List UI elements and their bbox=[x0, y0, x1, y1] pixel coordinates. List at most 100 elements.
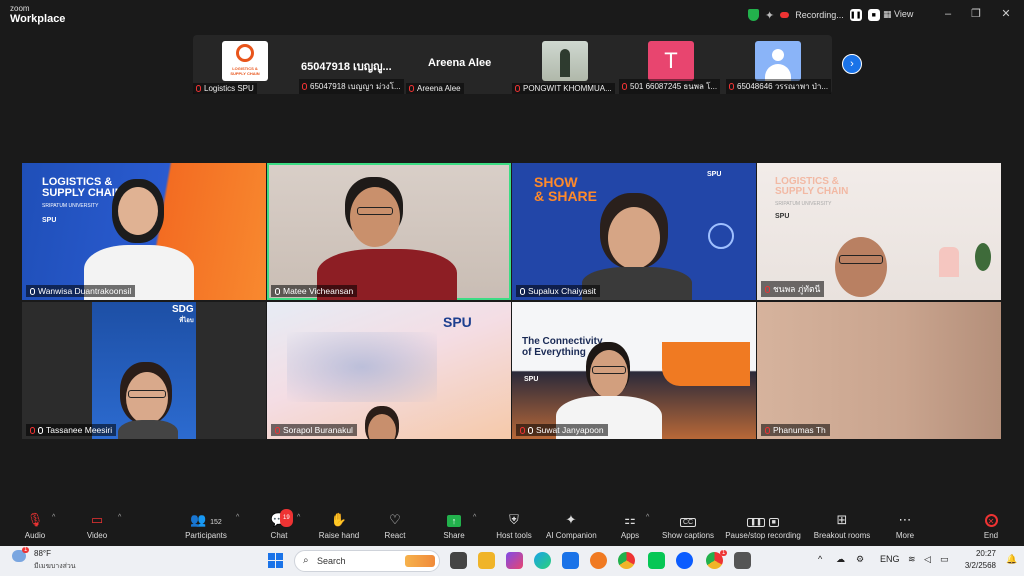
show-captions-label: Show captions bbox=[661, 531, 715, 540]
video-tile[interactable]: SHOW & SHARE SPU Supalux Chaiyasit bbox=[512, 163, 756, 300]
notification-bell-icon[interactable]: 🔔 bbox=[1006, 554, 1017, 565]
muted-mic-icon bbox=[302, 83, 307, 90]
raise-hand-button[interactable]: ✋ Raise hand bbox=[318, 511, 360, 540]
bg-text: SUPPLY CHAIN bbox=[775, 186, 849, 197]
video-off-icon: ▭ bbox=[90, 512, 104, 527]
maximize-button[interactable]: ❐ bbox=[968, 6, 984, 22]
chrome-icon[interactable] bbox=[618, 552, 635, 569]
muted-mic-icon: 🎙 bbox=[26, 512, 44, 527]
apps-button[interactable]: ⚏ Apps bbox=[618, 511, 642, 540]
app-icon[interactable] bbox=[734, 552, 751, 569]
tray-app-icon[interactable]: ⚙ bbox=[856, 554, 864, 565]
ai-companion-button[interactable]: ✦ AI Companion bbox=[546, 511, 597, 540]
video-options-chevron-icon[interactable]: ^ bbox=[118, 514, 121, 521]
participant-body bbox=[118, 420, 178, 439]
video-label: Video bbox=[86, 531, 108, 540]
minimize-button[interactable]: – bbox=[940, 6, 956, 22]
video-tile-active-speaker[interactable]: Matee Vicheansan bbox=[267, 163, 511, 300]
video-button[interactable]: ▭ Video bbox=[82, 511, 112, 540]
end-icon: ✕ bbox=[978, 511, 1004, 529]
video-tile[interactable]: LOGISTICS & SUPPLY CHAIN SRIPATUM UNIVER… bbox=[22, 163, 266, 300]
chat-button[interactable]: 💬 19 Chat bbox=[266, 509, 293, 540]
stop-recording-icon[interactable]: ■ bbox=[867, 9, 880, 21]
participant-name-tag: Tassanee Meesiri bbox=[26, 424, 117, 436]
clock-time[interactable]: 20:27 bbox=[962, 549, 996, 558]
thumb-participant-2[interactable]: 65047918 เบญญู... 65047918 เบญญา ม่วงโ..… bbox=[299, 35, 405, 94]
bg-logo: SPU bbox=[42, 217, 57, 224]
task-view-icon[interactable] bbox=[450, 552, 467, 569]
edge-icon[interactable] bbox=[534, 552, 551, 569]
language-indicator[interactable]: ENG bbox=[880, 554, 900, 564]
react-button[interactable]: ♡ React bbox=[380, 511, 410, 540]
host-tools-button[interactable]: ⛨ Host tools bbox=[494, 511, 534, 540]
participant-photo bbox=[542, 41, 588, 81]
bg-logo: SPU bbox=[707, 171, 722, 178]
participant-name-tag: Supalux Chaiyasit bbox=[516, 285, 601, 297]
thumb-logistics-spu[interactable]: LOGISTICS & SUPPLY CHAIN Logistics SPU bbox=[193, 35, 298, 94]
store-icon[interactable] bbox=[562, 552, 579, 569]
muted-mic-icon bbox=[765, 426, 770, 434]
end-button[interactable]: ✕ End bbox=[978, 511, 1004, 540]
thumb-participant-5[interactable]: T 501 66087245 ธนพล โ... bbox=[619, 35, 725, 94]
participant-face bbox=[608, 207, 660, 269]
thumb-label: PONGWIT KHOMMUA... bbox=[512, 83, 615, 94]
pause-recording-icon[interactable]: ❚❚ bbox=[849, 9, 862, 21]
clock-date[interactable]: 3/2/2568 bbox=[956, 561, 996, 570]
audio-options-chevron-icon[interactable]: ^ bbox=[52, 514, 55, 521]
world-map-decoration bbox=[287, 332, 437, 402]
ai-sparkle-icon[interactable]: ✦ bbox=[765, 9, 774, 22]
audio-label: Audio bbox=[24, 531, 46, 540]
video-tile[interactable]: Phanumas Th bbox=[757, 302, 1001, 439]
windows-start-icon[interactable] bbox=[268, 553, 284, 569]
participant-name-tag: Matee Vicheansan bbox=[271, 285, 358, 297]
thumb-participant-6[interactable]: 65048646 วรรณาพา ป่า... bbox=[726, 35, 832, 94]
participant-face bbox=[590, 350, 628, 398]
participant-strip: LOGISTICS & SUPPLY CHAIN Logistics SPU 65… bbox=[193, 35, 832, 94]
video-tile[interactable]: LOGISTICS & SUPPLY CHAIN SRIPATUM UNIVER… bbox=[757, 163, 1001, 300]
next-page-button[interactable]: › bbox=[842, 54, 862, 74]
copilot-icon[interactable] bbox=[506, 552, 523, 569]
bg-logo: SPU bbox=[775, 213, 790, 220]
video-tile[interactable]: The Connectivity of Everything SPU Suwat… bbox=[512, 302, 756, 439]
show-captions-button[interactable]: CC Show captions bbox=[660, 511, 716, 540]
react-label: React bbox=[384, 531, 406, 540]
chat-chevron-icon[interactable]: ^ bbox=[297, 514, 300, 521]
more-button[interactable]: ⋯ More bbox=[892, 511, 918, 540]
file-explorer-icon[interactable] bbox=[478, 552, 495, 569]
heart-icon: ♡ bbox=[389, 512, 401, 527]
speaker-icon[interactable]: ◁ bbox=[924, 554, 931, 565]
line-icon[interactable] bbox=[648, 552, 665, 569]
share-button[interactable]: ↑ Share bbox=[440, 511, 468, 540]
cloud-icon[interactable]: ☁ bbox=[836, 554, 845, 565]
apps-chevron-icon[interactable]: ^ bbox=[646, 514, 649, 521]
participant-face bbox=[350, 187, 400, 247]
thumb-areena-alee[interactable]: Areena Alee Areena Alee bbox=[406, 35, 511, 94]
default-avatar-icon bbox=[755, 41, 801, 81]
audio-button[interactable]: 🎙 Audio bbox=[20, 511, 50, 540]
wifi-icon[interactable]: ≋ bbox=[908, 554, 916, 565]
thumb-pongwit[interactable]: PONGWIT KHOMMUA... bbox=[512, 35, 618, 94]
tray-badge: 1 bbox=[720, 550, 728, 556]
participants-button[interactable]: 👥 152 Participants bbox=[183, 511, 229, 540]
pause-recording-button[interactable]: ❚❚ ■ Pause/stop recording bbox=[724, 511, 802, 540]
lightbulb-icon bbox=[708, 223, 734, 249]
breakout-rooms-button[interactable]: ⊞ Breakout rooms bbox=[812, 511, 872, 540]
battery-icon[interactable]: ▭ bbox=[940, 554, 949, 565]
encryption-shield-icon[interactable] bbox=[748, 9, 759, 21]
participants-chevron-icon[interactable]: ^ bbox=[236, 514, 239, 521]
taskbar-search[interactable]: ⌕ Search bbox=[294, 550, 440, 572]
video-tile[interactable]: SDG ที่ไอบ Tassanee Meesiri bbox=[22, 302, 266, 439]
video-tile[interactable]: SPU Sorapol Buranakul bbox=[267, 302, 511, 439]
brand-workplace: Workplace bbox=[10, 13, 66, 25]
share-chevron-icon[interactable]: ^ bbox=[473, 514, 476, 521]
view-button[interactable]: ▦ View bbox=[883, 9, 913, 20]
show-hidden-chevron-icon[interactable]: ^ bbox=[818, 554, 822, 564]
sparkle-icon: ✦ bbox=[565, 512, 577, 527]
close-window-button[interactable]: ✕ bbox=[998, 6, 1014, 22]
firefox-icon[interactable] bbox=[590, 552, 607, 569]
muted-mic-icon bbox=[196, 85, 201, 92]
muted-mic-icon bbox=[765, 285, 770, 293]
zoom-app-icon[interactable] bbox=[676, 552, 693, 569]
pause-stop-icon: ❚❚ ■ bbox=[724, 511, 802, 529]
chat-badge: 19 bbox=[280, 509, 293, 527]
